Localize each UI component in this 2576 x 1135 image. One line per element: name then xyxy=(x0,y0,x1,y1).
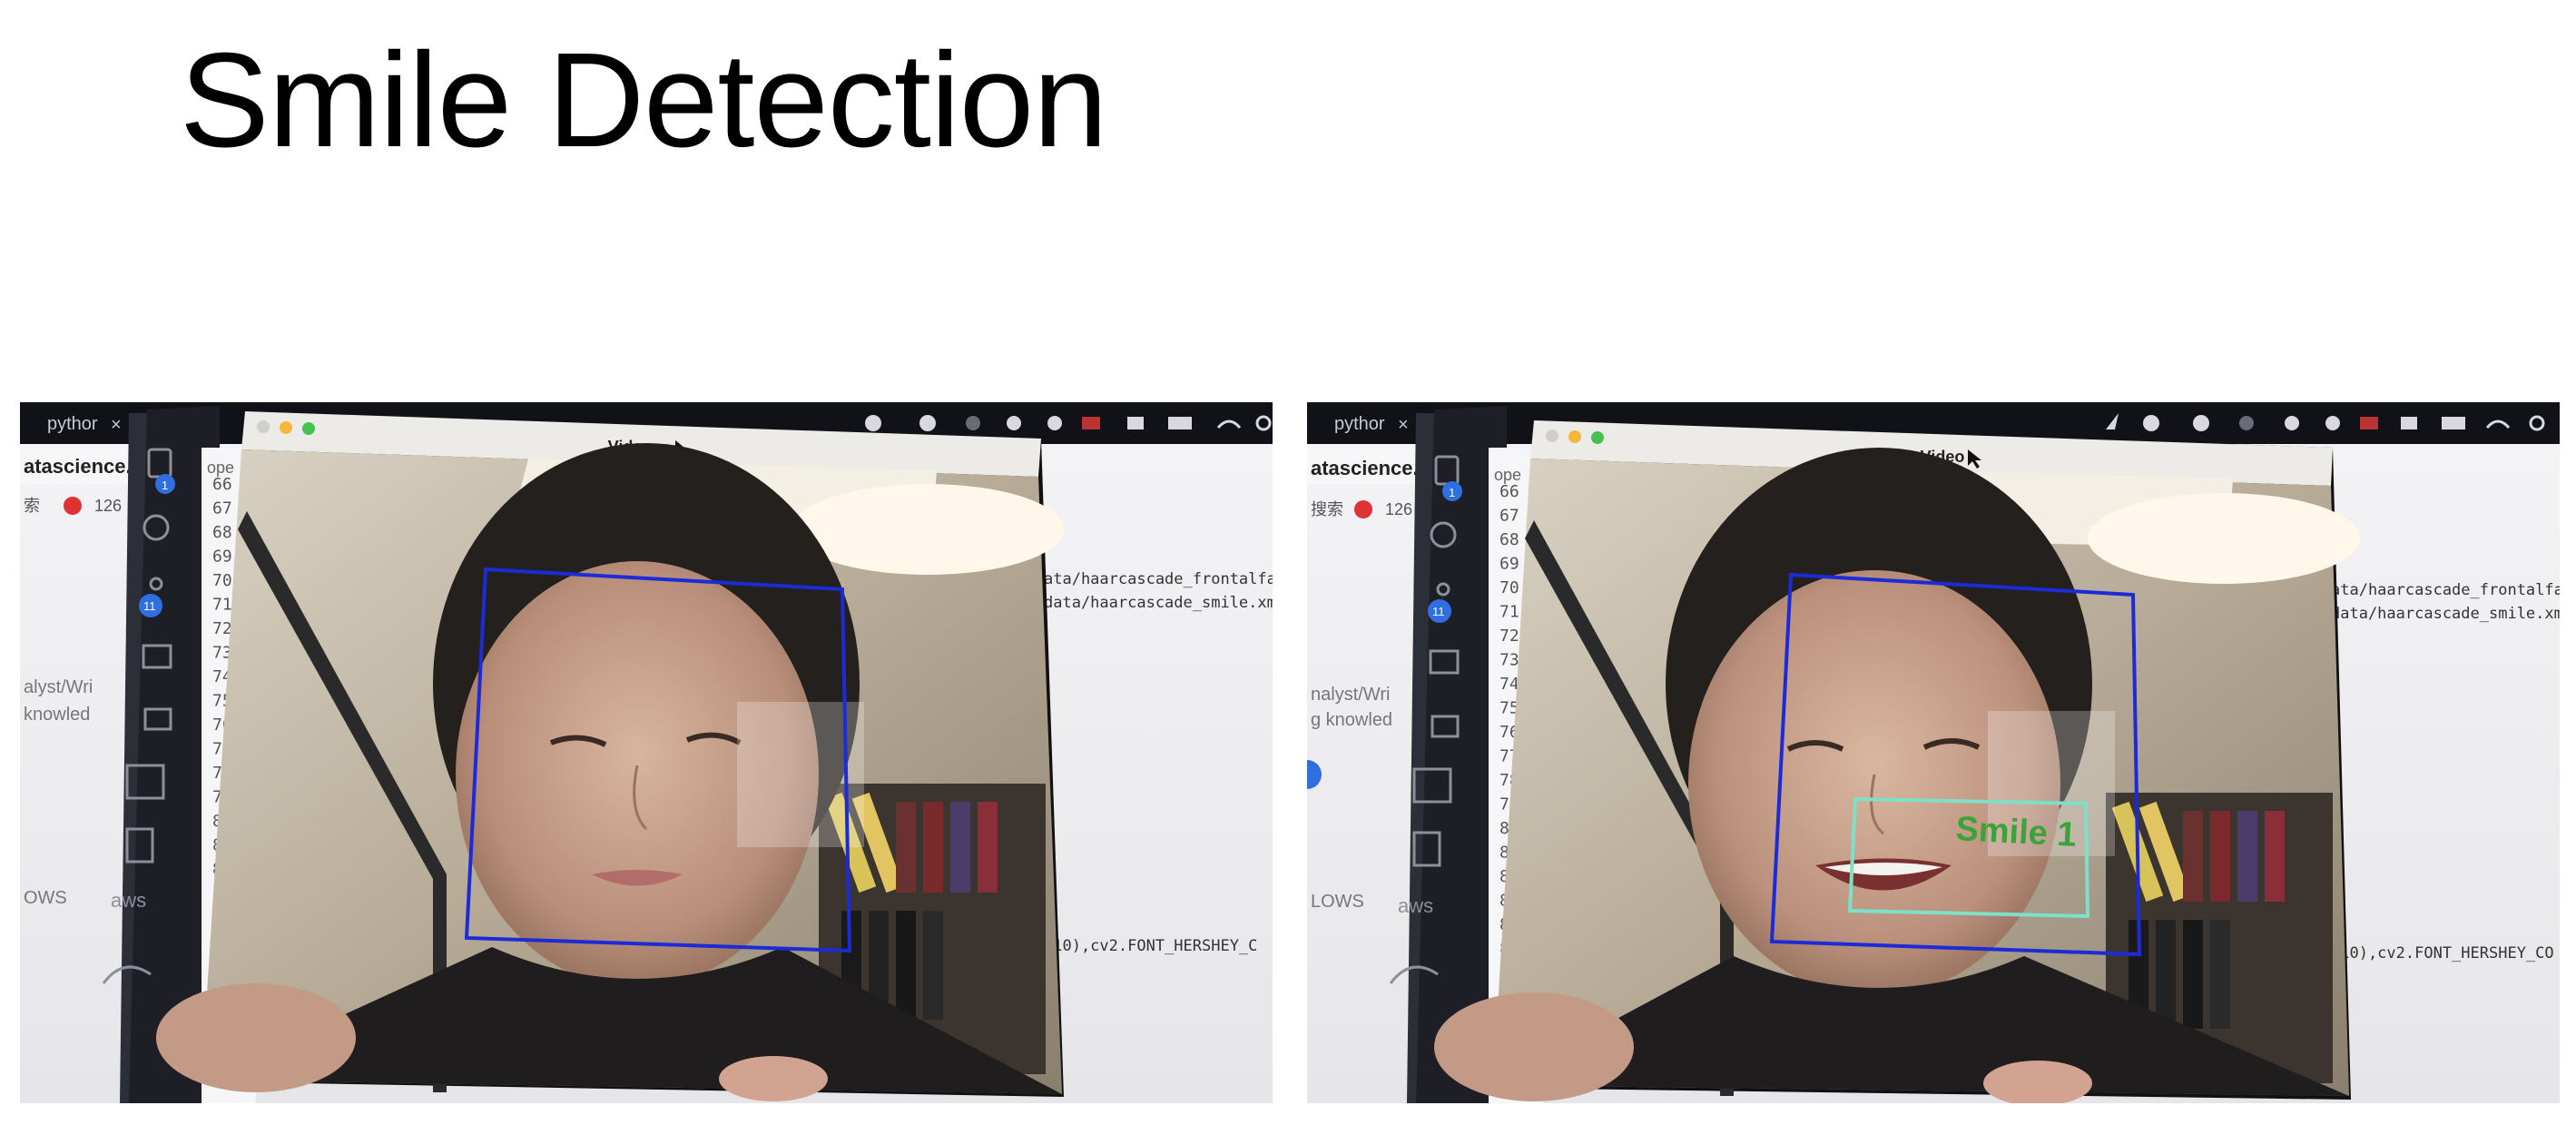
moon-icon xyxy=(1047,416,1062,430)
video-window: Video Smile 1 xyxy=(1434,420,2360,1103)
side-text-3: LOWS xyxy=(1311,892,1364,912)
line-number: 66 xyxy=(1499,482,1519,501)
line-number: 71 xyxy=(1499,603,1519,622)
line-number: 68 xyxy=(212,523,232,542)
notification-icon xyxy=(64,497,82,515)
play-icon xyxy=(2285,416,2299,430)
line-number: 66 xyxy=(212,475,232,494)
svg-text:1: 1 xyxy=(1449,486,1455,499)
slide-title: Smile Detection xyxy=(180,25,1107,175)
code-line-3: -10),cv2.FONT_HERSHEY_C xyxy=(1044,937,1257,955)
line-number: 67 xyxy=(1499,507,1519,526)
side-text-3: OWS xyxy=(24,888,67,908)
moon-icon xyxy=(2325,416,2340,430)
line-number: 74 xyxy=(1499,675,1519,694)
aws-icon: aws xyxy=(111,889,146,912)
line-number: 71 xyxy=(212,596,232,615)
code-line-2: data/haarcascade_smile.xml') xyxy=(2331,605,2560,623)
browser-tab-label: pythor xyxy=(47,414,98,434)
cloud-icon xyxy=(865,415,881,431)
volume-icon xyxy=(1127,417,1144,429)
line-number: 68 xyxy=(1499,530,1519,549)
line-number: 73 xyxy=(1499,651,1519,670)
line-number: 72 xyxy=(1499,627,1519,646)
code-line-3: -10),cv2.FONT_HERSHEY_CO xyxy=(2331,944,2554,962)
line-number: 72 xyxy=(212,619,232,638)
side-text-2: g knowled xyxy=(1311,710,1392,730)
line-number: 67 xyxy=(212,499,232,518)
creative-cloud-icon xyxy=(2193,415,2209,431)
notebook-label: ope xyxy=(1494,466,1521,484)
line-number: 69 xyxy=(212,548,232,567)
tab-close-icon: × xyxy=(111,415,122,435)
line-number: 69 xyxy=(1499,555,1519,574)
person-finger xyxy=(719,1056,828,1101)
side-text-1: nalyst/Wri xyxy=(1311,685,1390,705)
flag-icon xyxy=(1082,417,1100,429)
notification-icon xyxy=(1354,500,1372,518)
minimize-window-icon xyxy=(280,421,292,434)
toolbar-count: 126 xyxy=(94,497,122,515)
close-window-icon xyxy=(1546,429,1558,442)
svg-text:11: 11 xyxy=(1432,605,1445,618)
volume-icon xyxy=(2401,417,2417,429)
photo-before-smile: pythor × atascience.co 索 126 alyst/Wri k… xyxy=(20,402,1273,1103)
moon-icon xyxy=(966,416,980,430)
moon-icon xyxy=(2239,416,2254,430)
svg-text:11: 11 xyxy=(143,599,156,613)
svg-text:1: 1 xyxy=(162,479,168,492)
smile-label: Smile 1 xyxy=(1955,810,2078,854)
battery-icon xyxy=(2442,417,2465,429)
code-line-1: ata/haarcascade_frontalface xyxy=(1044,570,1273,588)
aws-icon: aws xyxy=(1398,894,1433,917)
play-icon xyxy=(1007,416,1021,430)
toolbar-snippet: 索 xyxy=(24,497,40,515)
person-hand xyxy=(1434,992,1634,1101)
code-line-2: data/haarcascade_smile.xml' xyxy=(1044,594,1273,612)
video-window: Video xyxy=(156,411,1064,1101)
tab-close-icon: × xyxy=(1398,415,1409,435)
code-line-1: ata/haarcascade_frontalface_ xyxy=(2331,581,2560,599)
creative-cloud-icon xyxy=(919,415,936,431)
photo-smile-detected: pythor × atascience.co 搜索 126 nalyst/Wri… xyxy=(1307,402,2560,1103)
person-hand xyxy=(156,983,356,1092)
toolbar-snippet: 搜索 xyxy=(1311,500,1343,518)
minimize-window-icon xyxy=(1568,430,1581,443)
battery-icon xyxy=(1168,417,1192,429)
side-text-1: alyst/Wri xyxy=(24,677,93,697)
toolbar-count: 126 xyxy=(1385,500,1412,518)
notebook-label: ope xyxy=(207,459,234,477)
line-number: 70 xyxy=(212,571,232,590)
line-number: 70 xyxy=(1499,578,1519,597)
close-window-icon xyxy=(257,420,270,433)
cloud-icon xyxy=(2143,415,2159,431)
maximize-window-icon xyxy=(1591,431,1604,444)
maximize-window-icon xyxy=(302,422,315,435)
side-text-2: knowled xyxy=(24,705,90,725)
flag-icon xyxy=(2360,417,2378,429)
browser-tab-label: pythor xyxy=(1334,414,1385,434)
